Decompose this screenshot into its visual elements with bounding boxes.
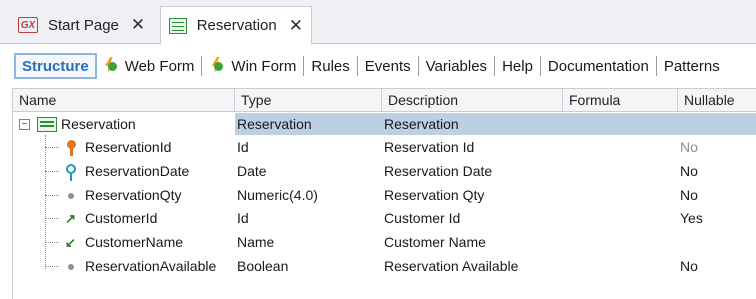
tree-connector — [45, 242, 59, 243]
separator — [655, 56, 657, 76]
attribute-name: ReservationId — [85, 139, 172, 155]
section-documentation[interactable]: Documentation — [542, 53, 655, 79]
win-form-icon — [209, 57, 227, 75]
section-win-form[interactable]: Win Form — [203, 53, 302, 79]
column-header-formula[interactable]: Formula — [563, 89, 678, 112]
attribute-type: Boolean — [237, 258, 289, 274]
table-row-root[interactable]: − Reservation Reservation Reservation — [13, 113, 756, 136]
section-variables[interactable]: Variables — [420, 53, 493, 79]
primary-key-icon — [63, 140, 79, 156]
attribute-type: Id — [237, 139, 249, 155]
section-label: Web Form — [124, 57, 195, 75]
section-structure[interactable]: Structure — [14, 53, 97, 79]
section-events[interactable]: Events — [359, 53, 417, 79]
attribute-description: Customer Id — [384, 210, 461, 226]
attribute-description: Reservation Available — [384, 258, 519, 274]
object-section-bar: Structure Web Form Win Form Rules Events… — [0, 46, 756, 86]
table-row[interactable]: ReservationQty Numeric(4.0) Reservation … — [13, 184, 756, 207]
attribute-type: Name — [237, 234, 275, 250]
collapse-icon[interactable]: − — [19, 119, 30, 130]
section-help[interactable]: Help — [496, 53, 539, 79]
table-row[interactable]: ReservationId Id Reservation Id No — [13, 136, 756, 159]
transaction-icon — [37, 117, 57, 132]
selection-highlight — [235, 113, 756, 135]
attribute-nullable[interactable]: No — [680, 136, 698, 159]
attribute-type: Reservation — [237, 116, 312, 132]
inferred-attribute-icon: ↙ — [65, 235, 76, 250]
attribute-description: Customer Name — [384, 234, 486, 250]
tree-connector — [45, 266, 59, 267]
section-label: Win Form — [231, 57, 297, 75]
table-row[interactable]: ↗ CustomerId Id Customer Id Yes — [13, 207, 756, 230]
section-web-form[interactable]: Web Form — [97, 53, 201, 79]
close-icon[interactable]: ✕ — [289, 16, 303, 36]
attribute-name: ReservationDate — [85, 163, 190, 179]
tree-connector — [45, 171, 59, 172]
separator — [539, 56, 541, 76]
attribute-type: Id — [237, 210, 249, 226]
foreign-key-icon: ↗ — [65, 211, 76, 226]
table-row[interactable]: ReservationDate Date Reservation Date No — [13, 160, 756, 183]
separator — [417, 56, 419, 76]
attribute-nullable[interactable]: No — [680, 184, 698, 207]
tree-connector — [45, 218, 59, 219]
attribute-description: Reservation — [384, 116, 459, 132]
separator — [494, 56, 496, 76]
attribute-name: ReservationQty — [85, 187, 182, 203]
column-header-description[interactable]: Description — [382, 89, 563, 112]
tab-label: Reservation — [196, 17, 277, 34]
web-form-icon — [103, 57, 121, 75]
tree-connector — [45, 147, 59, 148]
attribute-type: Numeric(4.0) — [237, 187, 318, 203]
column-header-type[interactable]: Type — [235, 89, 382, 112]
attribute-nullable[interactable]: No — [680, 160, 698, 183]
attribute-name: Reservation — [61, 116, 136, 132]
attribute-nullable[interactable]: Yes — [680, 207, 703, 230]
transaction-icon — [169, 17, 187, 34]
section-rules[interactable]: Rules — [305, 53, 355, 79]
tree-connector — [45, 195, 59, 196]
tab-reservation[interactable]: Reservation ✕ — [160, 6, 312, 45]
separator — [356, 56, 358, 76]
section-patterns[interactable]: Patterns — [658, 53, 726, 79]
column-header-nullable[interactable]: Nullable — [678, 89, 756, 112]
attribute-name: CustomerId — [85, 210, 158, 226]
genexus-icon: GX — [18, 17, 38, 33]
close-icon[interactable]: ✕ — [131, 15, 145, 35]
separator — [201, 56, 203, 76]
attribute-dot-icon — [63, 259, 79, 275]
attribute-description: Reservation Qty — [384, 187, 485, 203]
tab-start-page[interactable]: GX Start Page ✕ — [10, 6, 158, 44]
attribute-name: CustomerName — [85, 234, 184, 250]
tab-label: Start Page — [48, 16, 119, 34]
document-tab-strip: GX Start Page ✕ Reservation ✕ — [0, 0, 756, 45]
column-header-name[interactable]: Name — [13, 89, 235, 112]
separator — [303, 56, 305, 76]
attribute-name: ReservationAvailable — [85, 258, 217, 274]
attribute-dot-icon — [63, 188, 79, 204]
table-row[interactable]: ReservationAvailable Boolean Reservation… — [13, 255, 756, 278]
attribute-type: Date — [237, 163, 267, 179]
attribute-description: Reservation Date — [384, 163, 493, 179]
attribute-description: Reservation Id — [384, 139, 475, 155]
structure-grid: Name Type Description Formula Nullable −… — [12, 88, 756, 299]
attribute-nullable[interactable]: No — [680, 255, 698, 278]
table-row[interactable]: ↙ CustomerName Name Customer Name — [13, 231, 756, 254]
grid-header: Name Type Description Formula Nullable — [13, 89, 756, 112]
index-icon — [63, 164, 79, 181]
